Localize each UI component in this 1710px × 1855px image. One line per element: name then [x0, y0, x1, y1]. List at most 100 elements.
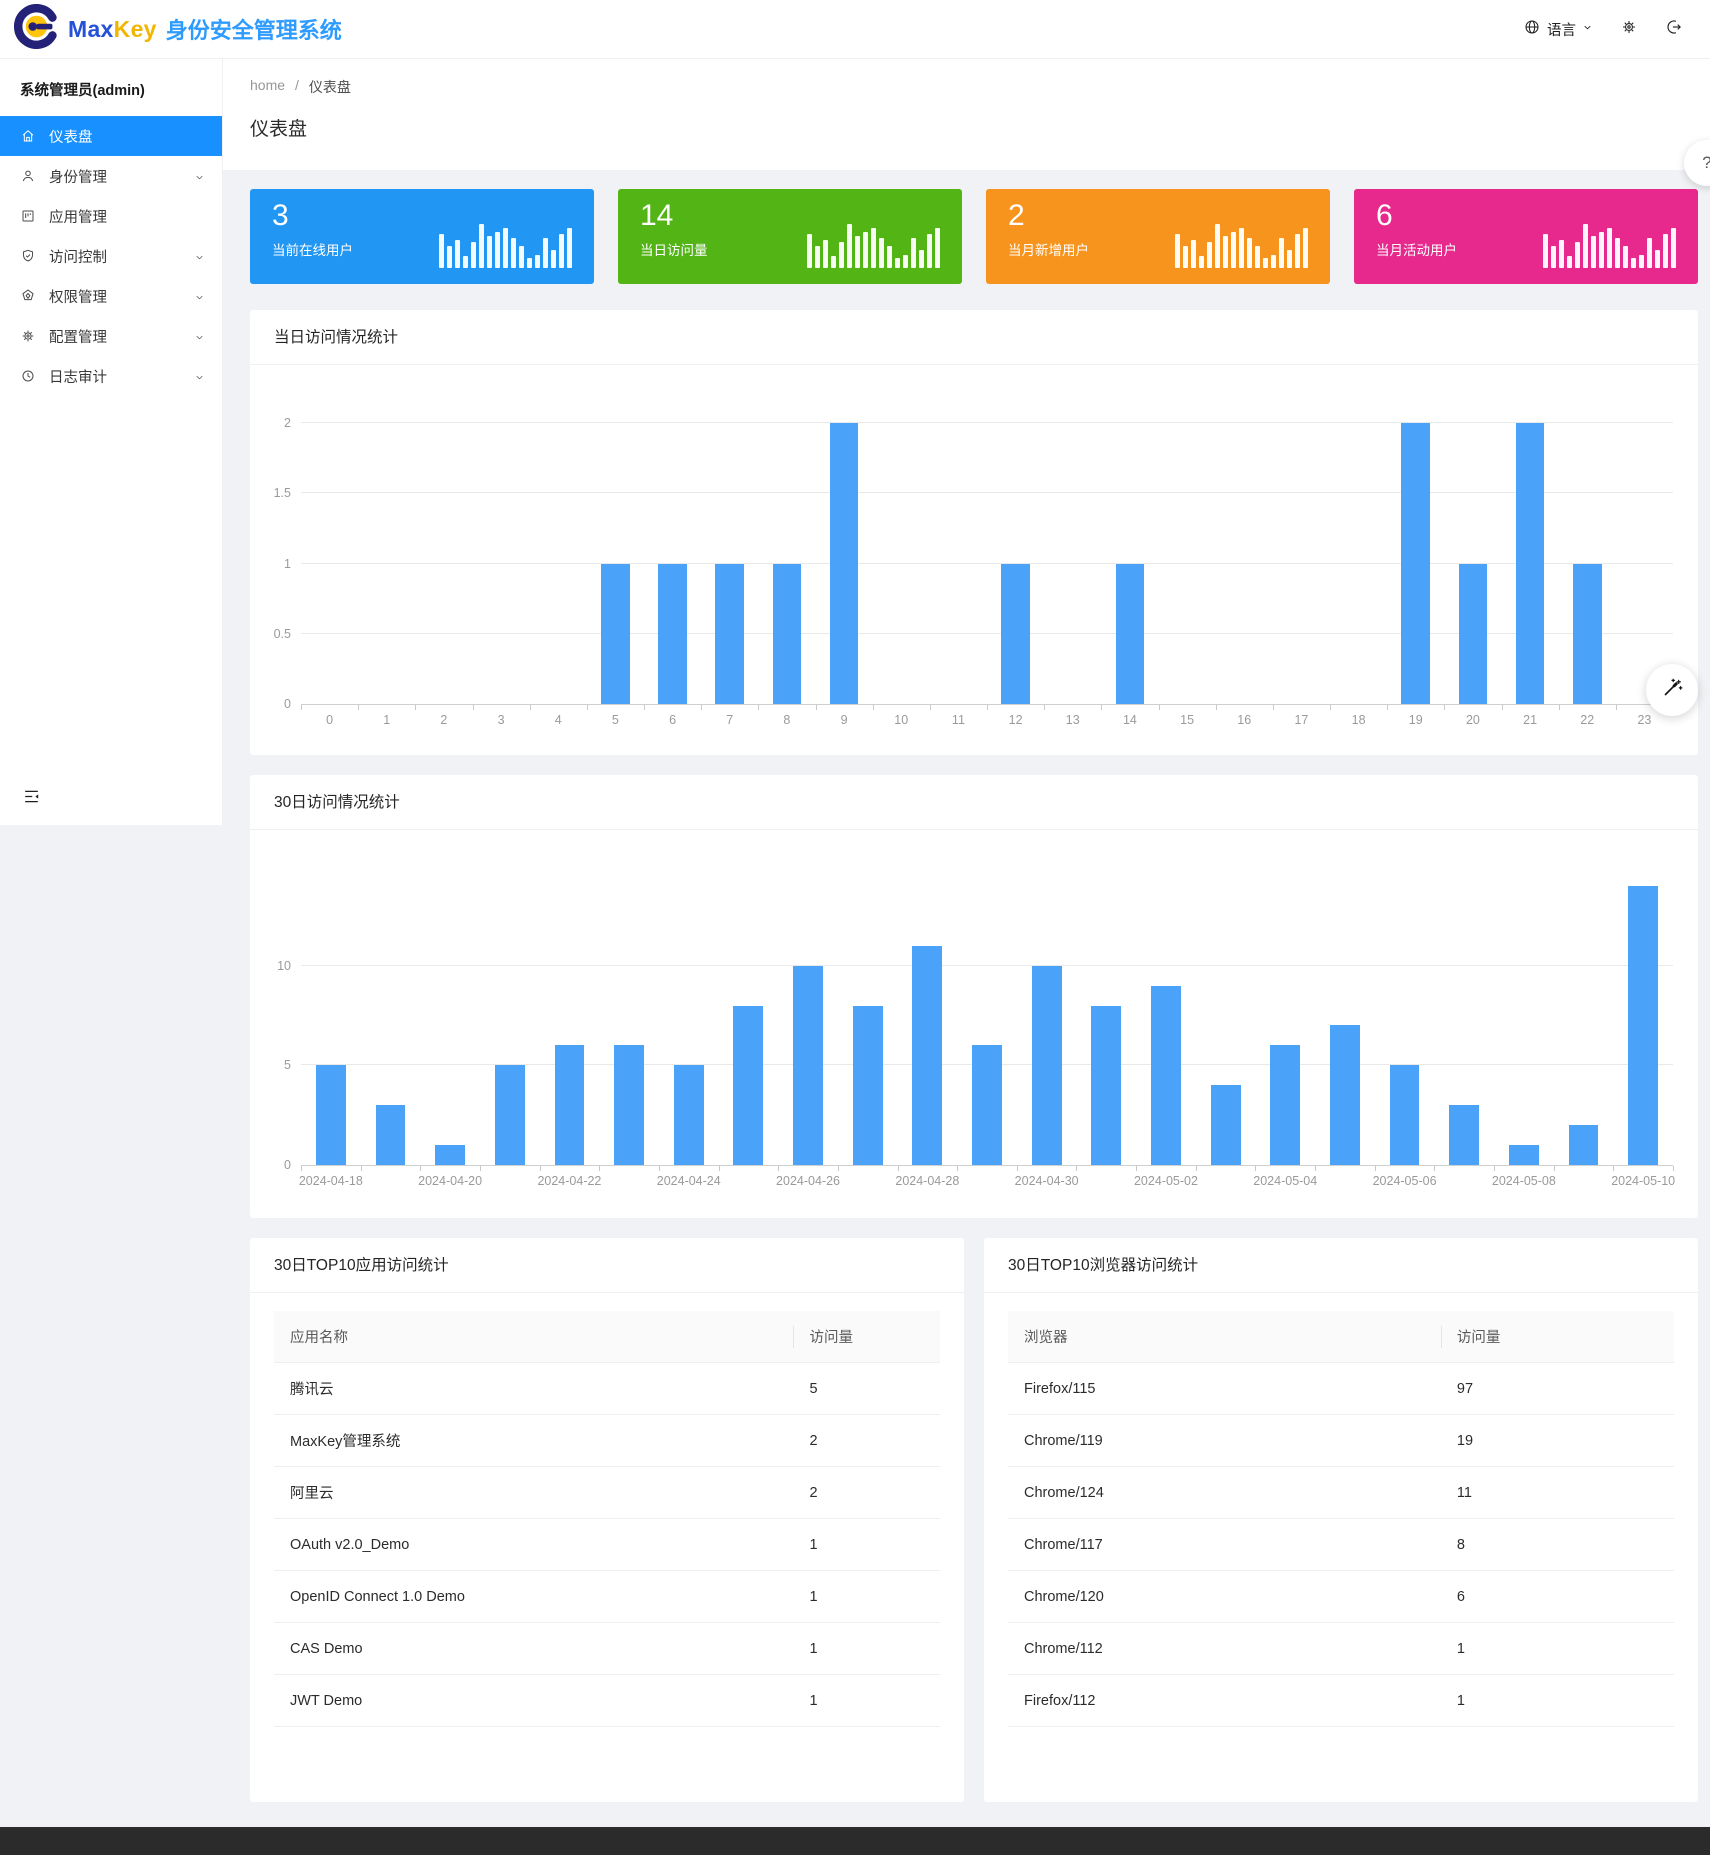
x-axis-tick	[873, 705, 874, 710]
cell-name: OAuth v2.0_Demo	[274, 1537, 793, 1553]
x-axis-tick	[301, 1166, 302, 1171]
sidebar-user: 系统管理员(admin)	[0, 59, 222, 116]
chart-bar	[733, 1006, 763, 1165]
language-button[interactable]: 语言	[1523, 18, 1593, 40]
stat-cards-row: 3当前在线用户14当日访问量2当月新增用户6当月活动用户	[250, 189, 1698, 284]
table-row: CAS Demo1	[274, 1623, 940, 1675]
gridline	[301, 492, 1673, 493]
header-actions: 语言	[1523, 18, 1710, 40]
stat-card-3: 6当月活动用户	[1354, 189, 1698, 284]
settings-button[interactable]	[1620, 18, 1638, 40]
panel-top10-apps: 30日TOP10应用访问统计 应用名称访问量腾讯云5MaxKey管理系统2阿里云…	[250, 1238, 964, 1802]
chevron-down-icon	[194, 371, 205, 387]
x-axis-tick	[1196, 1166, 1197, 1171]
chart-bar	[1330, 1025, 1360, 1165]
x-axis-label: 9	[841, 713, 848, 727]
x-axis-tick	[1387, 705, 1388, 710]
gridline	[301, 965, 1673, 966]
chart-bar	[614, 1045, 644, 1165]
chevron-down-icon	[194, 291, 205, 307]
logout-button[interactable]	[1665, 18, 1683, 40]
chart-bar	[1116, 564, 1145, 705]
sidebar-item-home[interactable]: 仪表盘	[0, 116, 222, 156]
magic-wand-button[interactable]	[1646, 664, 1698, 716]
x-axis-tick	[1315, 1166, 1316, 1171]
cell-name: Chrome/112	[1008, 1641, 1441, 1657]
breadcrumb-separator: /	[295, 77, 299, 97]
table-row: OAuth v2.0_Demo1	[274, 1519, 940, 1571]
table-row: Firefox/11597	[1008, 1363, 1674, 1415]
table-row: Chrome/1206	[1008, 1571, 1674, 1623]
sidebar-item-shield[interactable]: 访问控制	[0, 236, 222, 276]
chart-bar	[972, 1045, 1002, 1165]
x-axis-label: 0	[326, 713, 333, 727]
menu-fold-icon[interactable]	[22, 787, 41, 811]
page-title: 仪表盘	[250, 114, 1710, 141]
sidebar-item-label: 仪表盘	[49, 126, 93, 147]
chart-bar	[435, 1145, 465, 1165]
cell-value: 1	[793, 1589, 940, 1605]
x-axis-tick	[473, 705, 474, 710]
sidebar-item-audit[interactable]: 日志审计	[0, 356, 222, 396]
x-axis-tick	[1673, 1166, 1674, 1171]
language-label: 语言	[1547, 19, 1576, 40]
table-row: Chrome/12411	[1008, 1467, 1674, 1519]
sidebar-item-permission[interactable]: 权限管理	[0, 276, 222, 316]
chart-bar	[1401, 423, 1430, 704]
bottom-dark-strip	[0, 1827, 1710, 1855]
x-axis-tick	[1076, 1166, 1077, 1171]
x-axis-tick	[1330, 705, 1331, 710]
x-axis-tick	[420, 1166, 421, 1171]
panel-30day-visits: 30日访问情况统计 05102024-04-182024-04-202024-0…	[250, 775, 1698, 1218]
y-axis-label: 1.5	[274, 486, 291, 500]
sidebar-item-gear[interactable]: 配置管理	[0, 316, 222, 356]
sidebar-item-app[interactable]: 应用管理	[0, 196, 222, 236]
chart-bar	[1032, 966, 1062, 1165]
x-axis-label: 2024-05-02	[1134, 1174, 1198, 1188]
chart-bar	[830, 423, 859, 704]
chart-bar	[658, 564, 687, 705]
cell-value: 1	[1441, 1641, 1674, 1657]
content: 3当前在线用户14当日访问量2当月新增用户6当月活动用户 当日访问情况统计 00…	[223, 170, 1710, 1827]
cell-value: 97	[1441, 1381, 1674, 1397]
sidebar: 系统管理员(admin) 仪表盘身份管理应用管理访问控制权限管理配置管理日志审计	[0, 59, 223, 825]
tables-row: 30日TOP10应用访问统计 应用名称访问量腾讯云5MaxKey管理系统2阿里云…	[250, 1238, 1698, 1802]
breadcrumb-home[interactable]: home	[250, 77, 285, 97]
x-axis-tick	[758, 705, 759, 710]
globe-icon	[1523, 18, 1541, 40]
cell-name: Chrome/119	[1008, 1433, 1441, 1449]
sidebar-item-label: 应用管理	[49, 206, 107, 227]
chart-bar	[1573, 564, 1602, 705]
x-axis-tick	[644, 705, 645, 710]
cell-name: Firefox/115	[1008, 1381, 1441, 1397]
x-axis-tick	[1159, 705, 1160, 710]
chart-bar	[555, 1045, 585, 1165]
x-axis-tick	[1434, 1166, 1435, 1171]
x-axis-label: 2024-04-18	[299, 1174, 363, 1188]
x-axis-label: 13	[1066, 713, 1080, 727]
panel-title: 30日访问情况统计	[250, 775, 1698, 830]
x-axis-tick	[898, 1166, 899, 1171]
sidebar-item-user[interactable]: 身份管理	[0, 156, 222, 196]
cell-value: 1	[1441, 1693, 1674, 1709]
breadcrumb-current: 仪表盘	[309, 77, 351, 97]
x-axis-label: 2	[440, 713, 447, 727]
sparkline-bars-icon	[1543, 212, 1676, 268]
panel-title: 30日TOP10应用访问统计	[250, 1238, 964, 1293]
x-axis-label: 20	[1466, 713, 1480, 727]
x-axis-tick	[987, 705, 988, 710]
x-axis-label: 2024-05-04	[1253, 1174, 1317, 1188]
chart-bar	[773, 564, 802, 705]
table-row: 腾讯云5	[274, 1363, 940, 1415]
cell-name: 阿里云	[274, 1482, 793, 1503]
table-row: Firefox/1121	[1008, 1675, 1674, 1727]
y-axis-label: 0	[284, 1158, 291, 1172]
panel-top10-browsers: 30日TOP10浏览器访问统计 浏览器访问量Firefox/11597Chrom…	[984, 1238, 1698, 1802]
brand-max: Max	[68, 16, 114, 42]
breadcrumb: home / 仪表盘	[250, 59, 1710, 97]
chart-bar	[601, 564, 630, 705]
cell-value: 2	[793, 1433, 940, 1449]
gear-icon	[20, 328, 36, 344]
chart-bar	[376, 1105, 406, 1165]
x-axis-tick	[1044, 705, 1045, 710]
